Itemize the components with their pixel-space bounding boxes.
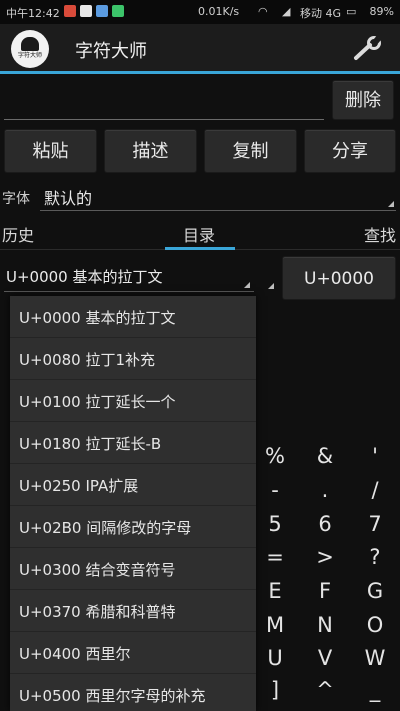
copy-button[interactable]: 复制: [204, 129, 297, 173]
paste-button[interactable]: 粘贴: [4, 129, 97, 173]
dropdown-item-label: U+0370 希腊和科普特: [19, 603, 176, 621]
char-cell[interactable]: O: [360, 613, 390, 637]
char-cell[interactable]: ?: [360, 545, 390, 569]
share-button[interactable]: 分享: [304, 129, 396, 173]
status-time: 中午12:42: [6, 7, 60, 20]
char-cell[interactable]: .: [310, 478, 340, 502]
dropdown-item-label: U+0100 拉丁延长一个: [19, 393, 176, 411]
char-cell[interactable]: M: [260, 613, 290, 637]
dropdown-arrow-icon: [388, 201, 394, 207]
unicode-block-select[interactable]: U+0000 基本的拉丁文: [4, 262, 254, 292]
tab-catalog[interactable]: 目录: [183, 222, 215, 246]
char-cell[interactable]: F: [310, 579, 340, 603]
notification-icon-2: [80, 5, 92, 17]
status-bar: 中午12:42 0.01K/s ◠ ◢ 移动 4G ▭ 89%: [0, 0, 400, 24]
dropdown-item-label: U+0000 基本的拉丁文: [19, 309, 176, 327]
char-cell[interactable]: 5: [260, 512, 290, 536]
char-cell[interactable]: ': [360, 444, 390, 468]
dropdown-item[interactable]: U+0300 结合变音符号: [10, 548, 256, 590]
font-label: 字体: [2, 191, 30, 207]
char-cell[interactable]: W: [360, 646, 390, 670]
app-icon-text: 字符大师: [17, 52, 42, 59]
dropdown-item[interactable]: U+0370 希腊和科普特: [10, 590, 256, 632]
dropdown-item-label: U+0300 结合变音符号: [19, 561, 176, 579]
dropdown-item-label: U+0180 拉丁延长-B: [19, 435, 162, 453]
character-input-field[interactable]: [4, 86, 324, 120]
battery-level: 89%: [369, 5, 394, 18]
tab-search[interactable]: 查找: [364, 222, 396, 246]
dropdown-item-label: U+0250 IPA扩展: [19, 477, 139, 495]
settings-wrench-icon[interactable]: [352, 36, 384, 62]
font-select[interactable]: 默认的: [40, 183, 396, 211]
delete-button[interactable]: 删除: [332, 80, 394, 120]
signal-icon: ◢: [282, 5, 291, 18]
notification-icon-1: [64, 5, 76, 17]
sub-range-select[interactable]: [258, 262, 276, 292]
char-cell[interactable]: V: [310, 646, 340, 670]
app-title: 字符大师: [75, 41, 147, 62]
dropdown-arrow-icon: [268, 283, 274, 289]
notification-icon-3: [96, 5, 108, 17]
dropdown-item-label: U+0080 拉丁1补充: [19, 351, 156, 369]
robot-icon: [21, 37, 39, 51]
carrier-label: 移动 4G: [300, 7, 342, 20]
dropdown-arrow-icon: [244, 282, 250, 288]
wifi-icon: ◠: [258, 5, 268, 18]
app-logo-icon[interactable]: 字符大师: [11, 30, 49, 68]
action-bar: 字符大师 字符大师: [0, 24, 400, 74]
char-cell[interactable]: 7: [360, 512, 390, 536]
dropdown-item[interactable]: U+0100 拉丁延长一个: [10, 380, 256, 422]
font-select-value: 默认的: [44, 189, 93, 208]
char-cell[interactable]: N: [310, 613, 340, 637]
char-cell[interactable]: >: [310, 545, 340, 569]
dropdown-item[interactable]: U+0400 西里尔: [10, 632, 256, 674]
dropdown-item[interactable]: U+02B0 间隔修改的字母: [10, 506, 256, 548]
describe-button[interactable]: 描述: [104, 129, 197, 173]
dropdown-item[interactable]: U+0180 拉丁延长-B: [10, 422, 256, 464]
dropdown-item-label: U+0400 西里尔: [19, 645, 131, 663]
dropdown-item[interactable]: U+0080 拉丁1补充: [10, 338, 256, 380]
char-cell[interactable]: &: [310, 444, 340, 468]
char-cell[interactable]: G: [360, 579, 390, 603]
char-cell[interactable]: ^: [310, 678, 340, 702]
block-select-value: U+0000 基本的拉丁文: [6, 268, 163, 286]
dropdown-item[interactable]: U+0250 IPA扩展: [10, 464, 256, 506]
dropdown-item[interactable]: U+0500 西里尔字母的补充: [10, 674, 256, 711]
char-cell[interactable]: %: [260, 444, 290, 468]
dropdown-item[interactable]: U+0000 基本的拉丁文: [10, 296, 256, 338]
char-cell[interactable]: _: [360, 678, 390, 702]
tab-history[interactable]: 历史: [2, 222, 34, 246]
active-tab-indicator: [165, 247, 235, 250]
char-cell[interactable]: -: [260, 478, 290, 502]
char-cell[interactable]: =: [260, 545, 290, 569]
notification-icon-4: [112, 5, 124, 17]
code-point-button[interactable]: U+0000: [282, 256, 396, 300]
battery-icon: ▭: [346, 5, 357, 18]
dropdown-item-label: U+02B0 间隔修改的字母: [19, 519, 192, 537]
char-cell[interactable]: U: [260, 646, 290, 670]
char-cell[interactable]: ]: [260, 678, 290, 702]
unicode-block-dropdown: U+0000 基本的拉丁文 U+0080 拉丁1补充 U+0100 拉丁延长一个…: [10, 296, 256, 711]
network-speed: 0.01K/s: [198, 5, 240, 18]
char-cell[interactable]: 6: [310, 512, 340, 536]
char-cell[interactable]: E: [260, 579, 290, 603]
char-cell[interactable]: /: [360, 478, 390, 502]
dropdown-item-label: U+0500 西里尔字母的补充: [19, 687, 206, 705]
